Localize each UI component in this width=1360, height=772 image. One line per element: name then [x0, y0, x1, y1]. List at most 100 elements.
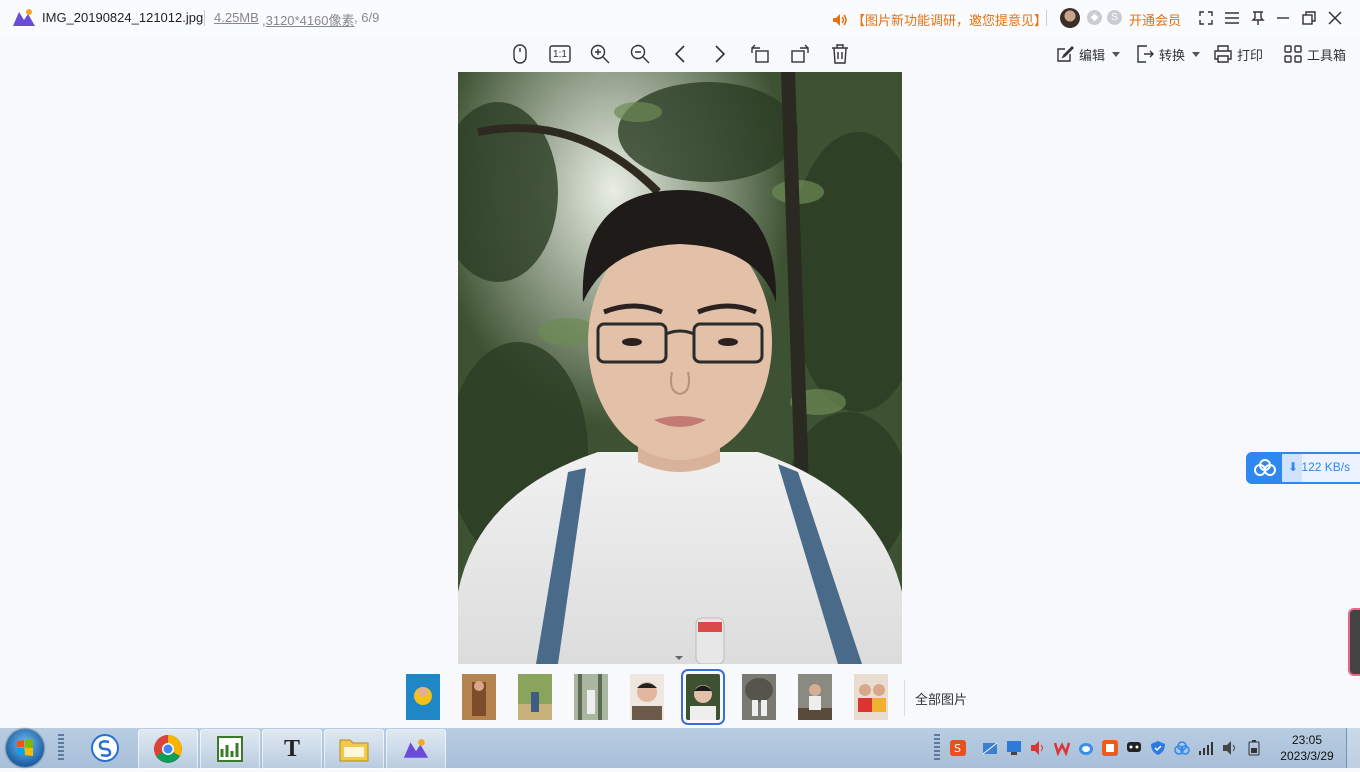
delete-button[interactable]: [828, 42, 852, 66]
portrait-image: [458, 72, 902, 664]
chart-app-taskbar-button[interactable]: [200, 729, 260, 769]
thumbnail-6-selected[interactable]: [681, 669, 725, 725]
volume-red-tray-icon[interactable]: [1030, 740, 1046, 756]
clock-date: 2023/3/29: [1280, 749, 1334, 763]
thumbnail-3[interactable]: [518, 674, 552, 720]
thumbnail-8[interactable]: [798, 674, 832, 720]
orange-app-tray-icon[interactable]: [1102, 740, 1118, 756]
monitor-tray-icon[interactable]: [1006, 740, 1022, 756]
next-button[interactable]: [708, 42, 732, 66]
title-bar: IMG_20190824_121012.jpg 4.25MB ,3120*416…: [0, 0, 1360, 36]
zoom-in-icon: [590, 44, 610, 64]
thumbnail-5[interactable]: [630, 674, 664, 720]
sogou-tray-icon[interactable]: S: [950, 740, 966, 756]
mouse-icon: [513, 44, 527, 64]
show-desktop-button[interactable]: [1346, 728, 1360, 768]
zoom-out-button[interactable]: [628, 42, 652, 66]
toolbox-button[interactable]: 工具箱: [1284, 44, 1346, 64]
print-label: 打印: [1237, 47, 1264, 63]
taskbar-grip[interactable]: [58, 734, 64, 762]
side-widget[interactable]: [1348, 608, 1360, 676]
fullscreen-button[interactable]: [1196, 8, 1216, 28]
edit-menu-button[interactable]: 编辑: [1056, 44, 1121, 64]
convert-menu-button[interactable]: 转换: [1136, 44, 1201, 64]
pin-icon: [1251, 11, 1265, 25]
download-speed-widget[interactable]: ⬇ 122 KB/s: [1246, 452, 1360, 484]
toolbox-label: 工具箱: [1307, 47, 1347, 63]
thumbnail-1[interactable]: [406, 674, 440, 720]
taskbar: T S 23:05 2023/3/29: [0, 728, 1360, 769]
thumbnail-image: [742, 674, 776, 720]
user-avatar[interactable]: [1060, 8, 1080, 28]
file-explorer-taskbar-button[interactable]: [324, 729, 384, 769]
rotate-left-button[interactable]: [748, 42, 772, 66]
sogou-input-taskbar-button[interactable]: [76, 729, 134, 767]
windows-logo-icon: [17, 739, 33, 756]
thumbnail-image: [518, 674, 552, 720]
thumbnail-4[interactable]: [574, 674, 608, 720]
all-pictures-button[interactable]: 全部图片: [904, 680, 967, 716]
previous-button[interactable]: [668, 42, 692, 66]
actual-size-button[interactable]: 1:1: [548, 42, 572, 66]
baidu-cloud-tray-icon[interactable]: [1174, 740, 1190, 756]
security-shield-tray-icon[interactable]: [1150, 740, 1166, 756]
text-editor-taskbar-button[interactable]: T: [262, 729, 322, 769]
pin-button[interactable]: [1248, 8, 1268, 28]
system-clock[interactable]: 23:05 2023/3/29: [1270, 732, 1344, 764]
thumbnail-image: [462, 674, 496, 720]
file-size-link[interactable]: 4.25MB: [214, 10, 259, 25]
zoom-in-button[interactable]: [588, 42, 612, 66]
chevron-down-icon: [1192, 51, 1201, 57]
level-badge-icon[interactable]: ◆: [1087, 10, 1102, 25]
file-name: IMG_20190824_121012.jpg: [42, 10, 204, 25]
thumbnail-image: [686, 674, 720, 720]
sogou-icon: [91, 734, 119, 762]
cloud-tray-icon[interactable]: [1078, 740, 1094, 756]
thumbnail-7[interactable]: [742, 674, 776, 720]
collapse-filmstrip-icon[interactable]: [675, 656, 683, 660]
restore-button[interactable]: [1299, 8, 1319, 28]
vip-button[interactable]: 开通会员: [1129, 10, 1181, 29]
wps-tray-icon[interactable]: [1053, 740, 1071, 757]
image-viewer-taskbar-button[interactable]: [386, 729, 446, 769]
image-dimensions-link[interactable]: ,3120*4160像素: [262, 10, 355, 29]
cloud-drive-icon: [1254, 459, 1276, 476]
rotate-right-icon: [791, 44, 809, 63]
thumbnail-image: [854, 674, 888, 720]
app-logo-icon: [13, 9, 35, 26]
clock-time: 23:05: [1291, 733, 1323, 747]
folder-icon: [339, 739, 369, 762]
battery-tray-icon[interactable]: [1246, 740, 1262, 756]
network-drive-tray-icon[interactable]: [982, 740, 998, 756]
thumbnail-2[interactable]: [462, 674, 496, 720]
rotate-right-button[interactable]: [788, 42, 812, 66]
divider: [1046, 10, 1047, 26]
image-index: , 6/9: [354, 10, 380, 25]
close-button[interactable]: [1325, 8, 1345, 28]
volume-tray-icon[interactable]: [1222, 740, 1238, 756]
minimize-icon: [1277, 17, 1289, 19]
network-signal-tray-icon[interactable]: [1198, 740, 1214, 756]
svg-text:S: S: [954, 742, 961, 755]
chevron-left-icon: [674, 45, 685, 63]
actual-size-label: 1:1: [553, 48, 567, 60]
chrome-icon: [154, 735, 182, 763]
start-button[interactable]: [6, 729, 44, 767]
survey-notice[interactable]: 【图片新功能调研，邀您提意见】: [832, 10, 1047, 29]
chat-tray-icon[interactable]: [1126, 740, 1142, 756]
chevron-right-icon: [715, 45, 726, 63]
main-photo[interactable]: [458, 72, 902, 664]
survey-notice-text: 【图片新功能调研，邀您提意见】: [852, 13, 1048, 28]
coin-badge-icon[interactable]: S: [1107, 10, 1122, 25]
print-button[interactable]: 打印: [1214, 44, 1263, 64]
menu-button[interactable]: [1222, 8, 1242, 28]
tray-grip[interactable]: [934, 734, 940, 762]
thumbnail-9[interactable]: [854, 674, 888, 720]
chrome-taskbar-button[interactable]: [138, 729, 198, 769]
viewer-toolbar: 1:1 编辑 转换 打印 工具箱: [0, 36, 1360, 72]
zoom-out-icon: [630, 44, 650, 64]
convert-icon: [1137, 45, 1154, 63]
minimize-button[interactable]: [1273, 8, 1293, 28]
mouse-mode-button[interactable]: [508, 42, 532, 66]
grid-icon: [1284, 45, 1302, 63]
